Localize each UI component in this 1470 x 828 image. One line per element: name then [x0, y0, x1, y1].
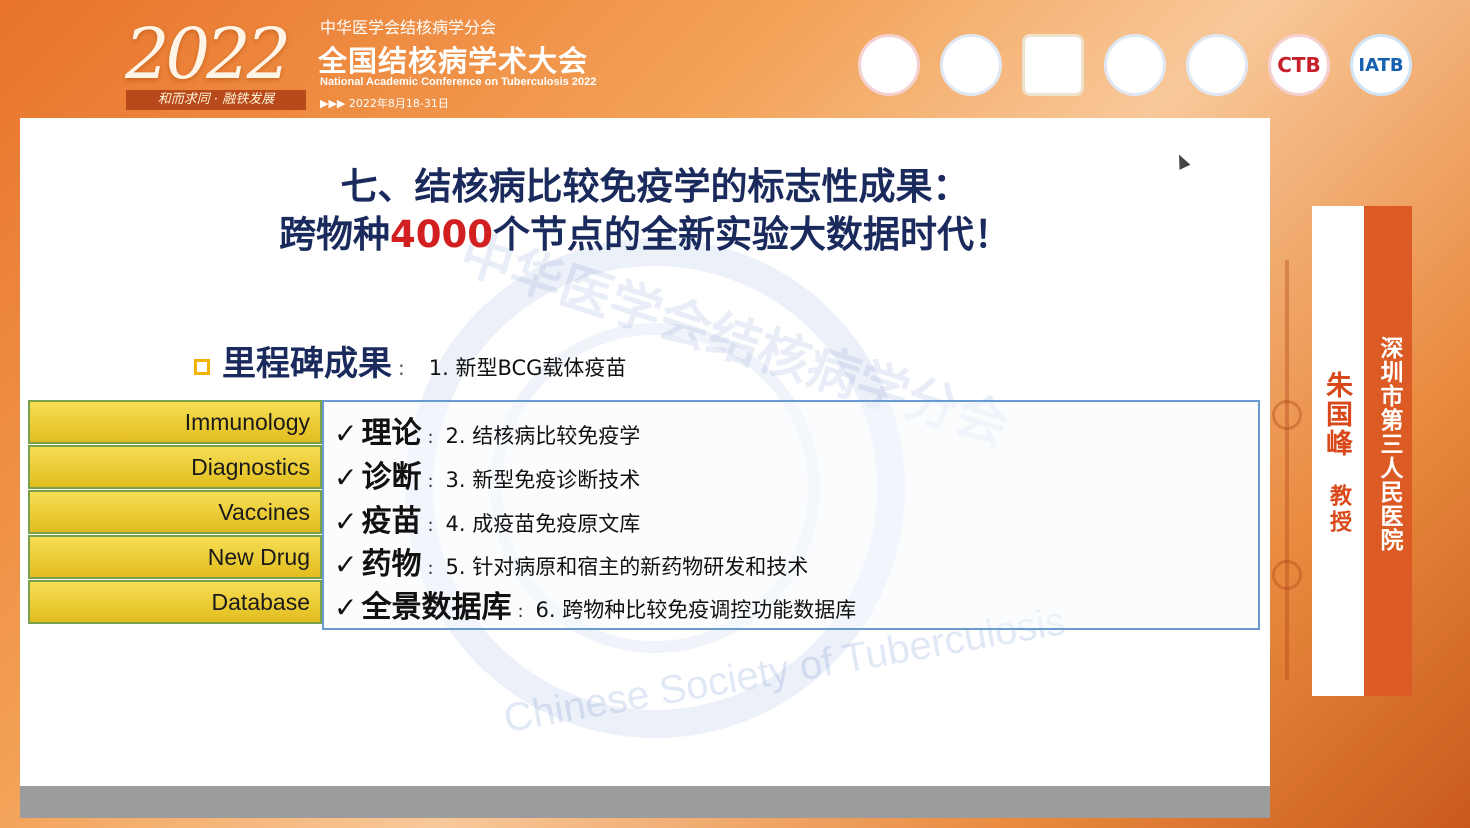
milestone-row: 里程碑成果 : 1. 新型BCG载体疫苗 [194, 336, 626, 385]
label-diagnostics: Diagnostics [28, 445, 322, 489]
society-logo-icon [940, 34, 1002, 96]
title-highlight-number: 4000 [390, 213, 493, 256]
tower-sphere-icon [1272, 400, 1302, 430]
item-colon: : [517, 601, 524, 622]
speaker-name: 朱国峰 [1321, 371, 1352, 458]
label-database: Database [28, 580, 322, 624]
checkmark-icon: ✓ [334, 417, 358, 450]
slide-title-line1: 七、结核病比较免疫学的标志性成果： [340, 165, 970, 208]
square-bullet-icon [194, 359, 210, 375]
medical-association-logo-icon [1104, 34, 1166, 96]
item-text: 6. 跨物种比较免疫调控功能数据库 [535, 598, 857, 622]
title-suffix: 个节点的全新实验大数据时代！ [492, 213, 1011, 256]
milestone-colon: : [398, 356, 405, 380]
label-vaccines: Vaccines [28, 490, 322, 534]
list-item: ✓ 诊断 : 3. 新型免疫诊断技术 [334, 452, 640, 496]
item-heading: 全景数据库 [361, 590, 512, 625]
list-item: ✓ 药物 : 5. 针对病原和宿主的新药物研发和技术 [334, 539, 808, 583]
milestone-item: 1. 新型BCG载体疫苗 [428, 356, 627, 380]
speaker-title: 教授 [1326, 484, 1351, 536]
label-new-drug: New Drug [28, 535, 322, 579]
item-colon: : [427, 427, 434, 448]
presentation-slide: 中华医学会结核病学分会 Chinese Society of Tuberculo… [20, 118, 1270, 818]
conference-year: 2022 [125, 13, 291, 95]
item-colon: : [427, 558, 434, 579]
item-text: 4. 成疫苗免疫原文库 [445, 512, 641, 536]
slide-footer-bar [20, 786, 1270, 818]
checkmark-icon: ✓ [334, 591, 358, 624]
conference-name-cn: 全国结核病学术大会 [318, 44, 589, 78]
prevention-logo-icon [1186, 34, 1248, 96]
conference-name-en: National Academic Conference on Tubercul… [320, 76, 597, 88]
item-heading: 药物 [361, 547, 422, 582]
checkmark-icon: ✓ [334, 505, 358, 538]
iatb-logo-icon: IATB [1350, 34, 1412, 96]
list-item: ✓ 全景数据库 : 6. 跨物种比较免疫调控功能数据库 [334, 582, 856, 626]
item-text: 2. 结核病比较免疫学 [445, 424, 641, 448]
list-item: ✓ 理论 : 2. 结核病比较免疫学 [334, 408, 640, 452]
society-name: 中华医学会结核病学分会 [320, 18, 497, 37]
list-item: ✓ 疫苗 : 4. 成疫苗免疫原文库 [334, 496, 640, 540]
item-text: 5. 针对病原和宿主的新药物研发和技术 [445, 555, 809, 579]
ctb-logo-icon: CTB [1268, 34, 1330, 96]
achievements-box: ✓ 理论 : 2. 结核病比较免疫学 ✓ 诊断 : 3. 新型免疫诊断技术 ✓ … [322, 400, 1260, 630]
category-labels: Immunology Diagnostics Vaccines New Drug… [28, 400, 322, 625]
institute-logo-icon [1022, 34, 1084, 96]
item-heading: 诊断 [361, 460, 422, 495]
tower-sphere-icon [1272, 560, 1302, 590]
tower-decoration-icon [1285, 260, 1289, 680]
organizer-logos: CTB IATB [858, 34, 1412, 96]
conference-date: ▶▶▶ 2022年8月18-31日 [320, 97, 449, 110]
speaker-institution: 深圳市第三人民医院 [1376, 336, 1402, 552]
conference-header: 2022 和而求同 · 融铁发展 中华医学会结核病学分会 全国结核病学术大会 N… [0, 0, 1470, 118]
slide-title-line2: 跨物种4000个节点的全新实验大数据时代！ [20, 204, 1270, 258]
item-colon: : [427, 471, 434, 492]
label-immunology: Immunology [28, 400, 322, 444]
checkmark-icon: ✓ [334, 548, 358, 581]
conference-slogan: 和而求同 · 融铁发展 [126, 90, 306, 110]
item-heading: 疫苗 [361, 504, 422, 539]
milestone-title: 里程碑成果 [222, 344, 392, 384]
cma-logo-icon [858, 34, 920, 96]
title-prefix: 跨物种 [279, 213, 390, 256]
item-text: 3. 新型免疫诊断技术 [445, 468, 641, 492]
checkmark-icon: ✓ [334, 461, 358, 494]
item-heading: 理论 [361, 416, 422, 451]
speaker-panel: 朱国峰 教授 深圳市第三人民医院 [1312, 206, 1412, 696]
item-colon: : [427, 515, 434, 536]
